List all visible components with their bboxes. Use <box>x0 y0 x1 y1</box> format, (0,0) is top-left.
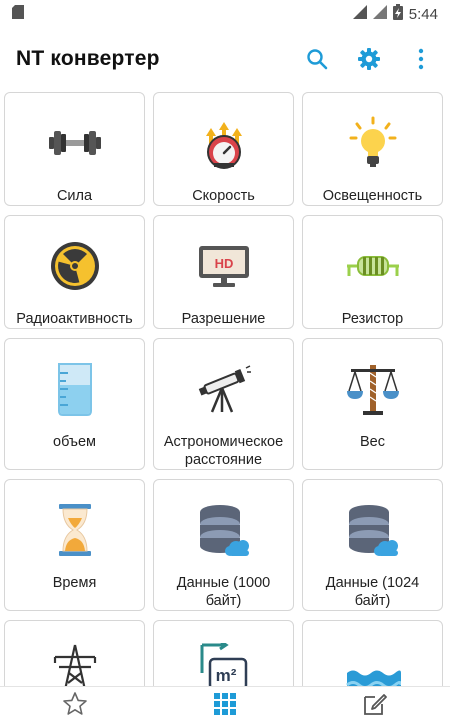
signal-icon <box>353 5 367 23</box>
search-icon[interactable] <box>302 44 332 74</box>
category-label: Данные (1000 байт) <box>154 574 293 610</box>
category-label: Радиоактивность <box>12 310 136 328</box>
area-m2-icon: m² <box>198 639 250 686</box>
star-icon[interactable] <box>45 687 105 721</box>
battery-icon <box>393 4 403 24</box>
scales-icon <box>345 357 401 421</box>
beaker-icon <box>53 357 97 421</box>
svg-text:m²: m² <box>215 666 236 685</box>
app-title: NT конвертер <box>16 47 160 71</box>
category-card-resolution[interactable]: HD Разрешение <box>153 215 294 329</box>
category-label: Астрономическое расстояние <box>154 433 293 469</box>
category-card-water[interactable] <box>302 620 443 686</box>
signal-icon <box>373 5 387 23</box>
edit-icon[interactable] <box>345 687 405 721</box>
category-card-data-1024[interactable]: Данные (1024 байт) <box>302 479 443 611</box>
category-card-radioactivity[interactable]: Радиоактивность <box>4 215 145 329</box>
category-card-time[interactable]: Время <box>4 479 145 611</box>
category-card-astronomical-distance[interactable]: Астрономическое расстояние <box>153 338 294 470</box>
category-label: Сила <box>53 187 96 205</box>
category-card-resistor[interactable]: Резистор <box>302 215 443 329</box>
dumbbell-icon <box>47 111 103 175</box>
category-card-force[interactable]: Сила <box>4 92 145 206</box>
sd-card-icon <box>12 5 24 24</box>
status-bar: 5:44 <box>0 0 450 28</box>
category-card-illumination[interactable]: Освещенность <box>302 92 443 206</box>
grid-icon[interactable] <box>195 687 255 721</box>
water-icon <box>345 639 401 686</box>
lightbulb-icon <box>348 111 398 175</box>
category-card-weight[interactable]: Вес <box>302 338 443 470</box>
category-label: объем <box>49 433 100 451</box>
category-label: Скорость <box>188 187 259 205</box>
database-cloud-icon <box>196 498 252 562</box>
power-tower-icon <box>51 639 99 686</box>
speedometer-icon <box>197 111 251 175</box>
more-vert-icon[interactable] <box>406 44 436 74</box>
category-card-power[interactable] <box>4 620 145 686</box>
gear-icon[interactable] <box>354 44 384 74</box>
telescope-icon <box>196 357 252 421</box>
category-grid: Сила Скорость <box>4 92 446 686</box>
svg-text:HD: HD <box>214 256 233 271</box>
hourglass-icon <box>55 498 95 562</box>
category-label: Разрешение <box>178 310 270 328</box>
category-label: Вес <box>356 433 389 451</box>
category-label: Время <box>49 574 101 592</box>
bottom-nav <box>0 686 450 720</box>
radiation-icon <box>49 234 101 298</box>
resistor-icon <box>345 234 401 298</box>
category-label: Резистор <box>338 310 407 328</box>
category-card-area[interactable]: m² <box>153 620 294 686</box>
hd-monitor-icon: HD <box>196 234 252 298</box>
category-label: Освещенность <box>319 187 427 205</box>
category-card-data-1000[interactable]: Данные (1000 байт) <box>153 479 294 611</box>
category-card-speed[interactable]: Скорость <box>153 92 294 206</box>
category-label: Данные (1024 байт) <box>303 574 442 610</box>
app-bar: NT конвертер <box>0 28 450 90</box>
database-cloud-icon <box>345 498 401 562</box>
category-card-volume[interactable]: объем <box>4 338 145 470</box>
status-time: 5:44 <box>409 6 438 23</box>
